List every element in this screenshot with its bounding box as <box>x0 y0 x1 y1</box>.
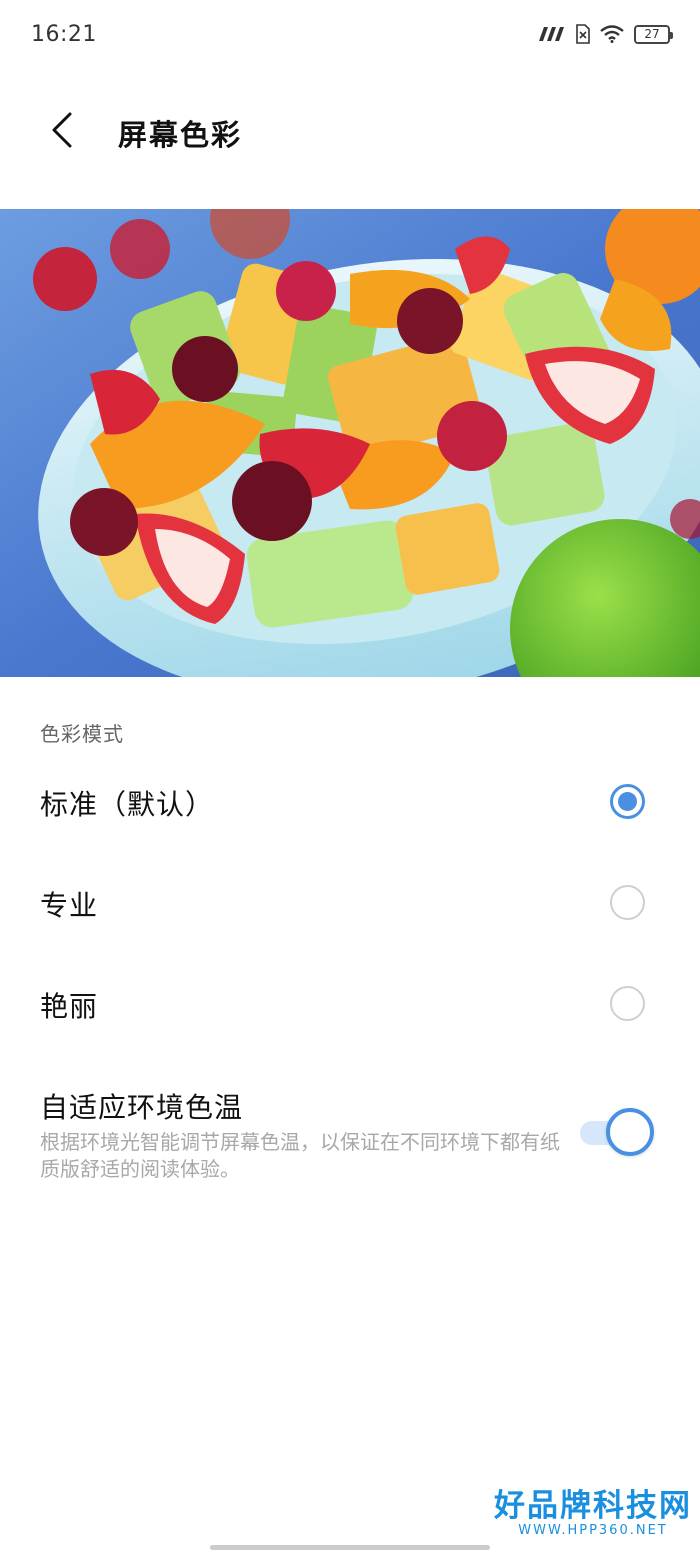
status-bar: 16:21 27 <box>0 0 700 74</box>
back-button[interactable] <box>38 106 86 154</box>
header: 屏幕色彩 <box>0 90 700 170</box>
battery-level: 27 <box>644 27 660 41</box>
option-label: 艳丽 <box>40 990 99 1023</box>
watermark-sub: WWW.HPP360.NET <box>518 1523 668 1538</box>
preview-image <box>0 209 700 677</box>
color-mode-option-standard[interactable]: 标准（默认） <box>0 757 700 847</box>
status-time: 16:21 <box>31 22 97 47</box>
page-title: 屏幕色彩 <box>118 118 243 152</box>
adaptive-title: 自适应环境色温 <box>40 1091 244 1124</box>
home-indicator[interactable] <box>210 1545 490 1550</box>
wifi-icon <box>600 25 624 43</box>
color-mode-section-label: 色彩模式 <box>40 722 124 746</box>
color-mode-option-professional[interactable]: 专业 <box>0 858 700 948</box>
option-label: 标准（默认） <box>40 788 215 821</box>
option-label: 专业 <box>40 889 99 922</box>
status-icons: 27 <box>536 24 673 44</box>
watermark-main: 好品牌科技网 <box>494 1488 692 1524</box>
adaptive-toggle[interactable] <box>578 1108 654 1158</box>
adaptive-description: 根据环境光智能调节屏幕色温，以保证在不同环境下都有纸质版舒适的阅读体验。 <box>40 1130 560 1181</box>
radio-unselected-icon[interactable] <box>610 986 645 1021</box>
no-sim-icon <box>576 24 590 44</box>
chevron-left-icon <box>52 112 72 148</box>
radio-selected-icon[interactable] <box>610 784 645 819</box>
battery-icon: 27 <box>634 24 673 44</box>
signal-icon <box>539 27 564 41</box>
color-mode-option-vivid[interactable]: 艳丽 <box>0 959 700 1049</box>
watermark: 好品牌科技网 WWW.HPP360.NET <box>494 1489 692 1538</box>
radio-unselected-icon[interactable] <box>610 885 645 920</box>
toggle-knob <box>606 1108 654 1156</box>
adaptive-color-temperature-row: 自适应环境色温 根据环境光智能调节屏幕色温，以保证在不同环境下都有纸质版舒适的阅… <box>0 1080 700 1200</box>
